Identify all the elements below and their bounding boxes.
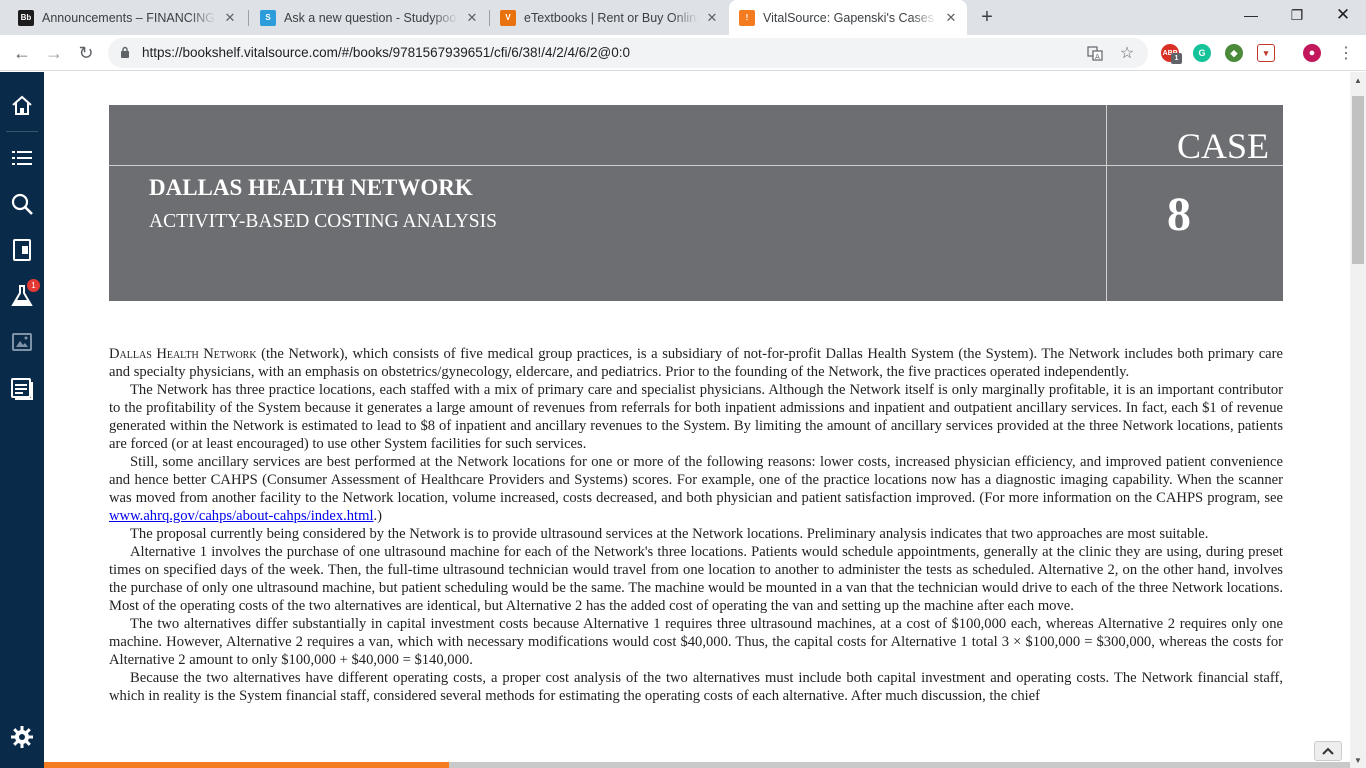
tab-announcements[interactable]: Bb Announcements – FINANCING A ✕ (8, 0, 246, 35)
tab-title: eTextbooks | Rent or Buy Online (524, 10, 698, 25)
close-tab-icon[interactable]: ✕ (222, 10, 238, 26)
close-tab-icon[interactable]: ✕ (704, 10, 720, 26)
paragraph-text: (the Network), which consists of five me… (109, 346, 1283, 380)
tab-vitalsource-active[interactable]: ! VitalSource: Gapenski's Cases in ✕ (729, 0, 967, 35)
notification-badge: 1 (27, 279, 40, 292)
grammarly-extension-icon[interactable]: G (1193, 44, 1211, 62)
search-icon[interactable] (0, 182, 44, 226)
paragraph: Still, some ancillary services are best … (109, 453, 1283, 525)
minimize-button[interactable]: — (1228, 0, 1274, 30)
paragraph: The two alternatives differ substantiall… (109, 616, 1283, 668)
paragraph-text: Still, some ancillary services are best … (109, 454, 1283, 506)
url-text: https://bookshelf.vitalsource.com/#/book… (142, 45, 631, 60)
forward-button[interactable]: → (40, 39, 68, 67)
paragraph: Because the two alternatives have differ… (109, 670, 1283, 704)
tab-studypool[interactable]: S Ask a new question - Studypool ✕ (250, 0, 488, 35)
sidebar-divider (6, 131, 38, 132)
vitalsource-favicon-icon: V (500, 9, 516, 26)
notebook-icon[interactable] (0, 366, 44, 410)
case-subtitle: ACTIVITY-BASED COSTING ANALYSIS (149, 211, 497, 232)
address-bar[interactable]: https://bookshelf.vitalsource.com/#/book… (108, 38, 1148, 68)
paragraph: The proposal currently being considered … (130, 526, 1209, 542)
tab-etextbooks[interactable]: V eTextbooks | Rent or Buy Online ✕ (490, 0, 728, 35)
studypool-favicon-icon: S (260, 9, 276, 26)
shield-extension-icon[interactable]: ▾ (1257, 44, 1275, 62)
chevron-up-icon (1322, 747, 1334, 755)
close-window-button[interactable]: ✕ (1320, 0, 1366, 30)
back-button[interactable]: ← (8, 39, 36, 67)
reader-sidebar: 1 (0, 72, 44, 768)
svg-text:A: A (1095, 53, 1100, 61)
case-title: DALLAS HEALTH NETWORK (149, 175, 473, 200)
tab-title: Announcements – FINANCING A (42, 10, 216, 25)
scroll-up-arrow-icon[interactable]: ▲ (1350, 72, 1366, 88)
reading-progress-fill (44, 762, 449, 768)
scrollbar-thumb[interactable] (1352, 96, 1364, 264)
globe-extension-icon[interactable]: ◆ (1225, 44, 1243, 62)
case-header-banner: CASE 8 DALLAS HEALTH NETWORK ACTIVITY-BA… (109, 105, 1283, 301)
case-body-text: Dallas Health Network (the Network), whi… (109, 345, 1283, 705)
vitalsource-favicon-icon: ! (739, 9, 755, 26)
browser-toolbar: ← → ↻ https://bookshelf.vitalsource.com/… (0, 35, 1366, 71)
scroll-down-arrow-icon[interactable]: ▼ (1350, 752, 1366, 768)
paragraph: Alternative 1 involves the purchase of o… (109, 544, 1283, 614)
close-tab-icon[interactable]: ✕ (943, 10, 959, 26)
translate-icon[interactable]: A (1086, 44, 1104, 62)
paragraph-text: .) (373, 508, 383, 524)
tab-title: VitalSource: Gapenski's Cases in (763, 10, 937, 25)
book-reader-pane: CASE 8 DALLAS HEALTH NETWORK ACTIVITY-BA… (44, 72, 1350, 768)
new-tab-button[interactable]: + (975, 5, 999, 29)
case-number: 8 (1167, 188, 1191, 241)
lab-icon[interactable]: 1 (0, 274, 44, 318)
flashcards-icon[interactable] (0, 228, 44, 272)
divider-line (1106, 105, 1107, 301)
tab-separator (248, 10, 249, 26)
profile-avatar-icon[interactable]: ● (1303, 44, 1321, 62)
home-icon[interactable] (0, 84, 44, 128)
toc-icon[interactable] (0, 136, 44, 180)
chrome-menu-icon[interactable]: ⋮ (1332, 39, 1360, 67)
vertical-scrollbar[interactable]: ▲ ▼ (1350, 72, 1366, 768)
tab-title: Ask a new question - Studypool (284, 10, 458, 25)
case-label: CASE (1176, 126, 1269, 166)
reading-progress-bar (44, 762, 1350, 768)
back-to-top-button[interactable] (1314, 741, 1342, 761)
reload-button[interactable]: ↻ (72, 39, 100, 67)
paragraph: The Network has three practice locations… (109, 382, 1283, 452)
bookmark-star-icon[interactable]: ☆ (1118, 44, 1136, 62)
tab-strip: Bb Announcements – FINANCING A ✕ S Ask a… (0, 0, 1366, 35)
lock-icon (121, 46, 129, 58)
small-caps-lead: Dallas Health Network (109, 346, 257, 362)
restore-button[interactable]: ❐ (1274, 0, 1320, 30)
extension-badge: 1 (1171, 53, 1182, 64)
settings-icon[interactable] (0, 715, 44, 759)
close-tab-icon[interactable]: ✕ (464, 10, 480, 26)
paragraph: Dallas Health Network (the Network), whi… (109, 345, 1283, 381)
cahps-link[interactable]: www.ahrq.gov/cahps/about-cahps/index.htm… (109, 508, 374, 524)
figures-icon[interactable] (0, 320, 44, 364)
blackboard-favicon-icon: Bb (18, 9, 34, 26)
